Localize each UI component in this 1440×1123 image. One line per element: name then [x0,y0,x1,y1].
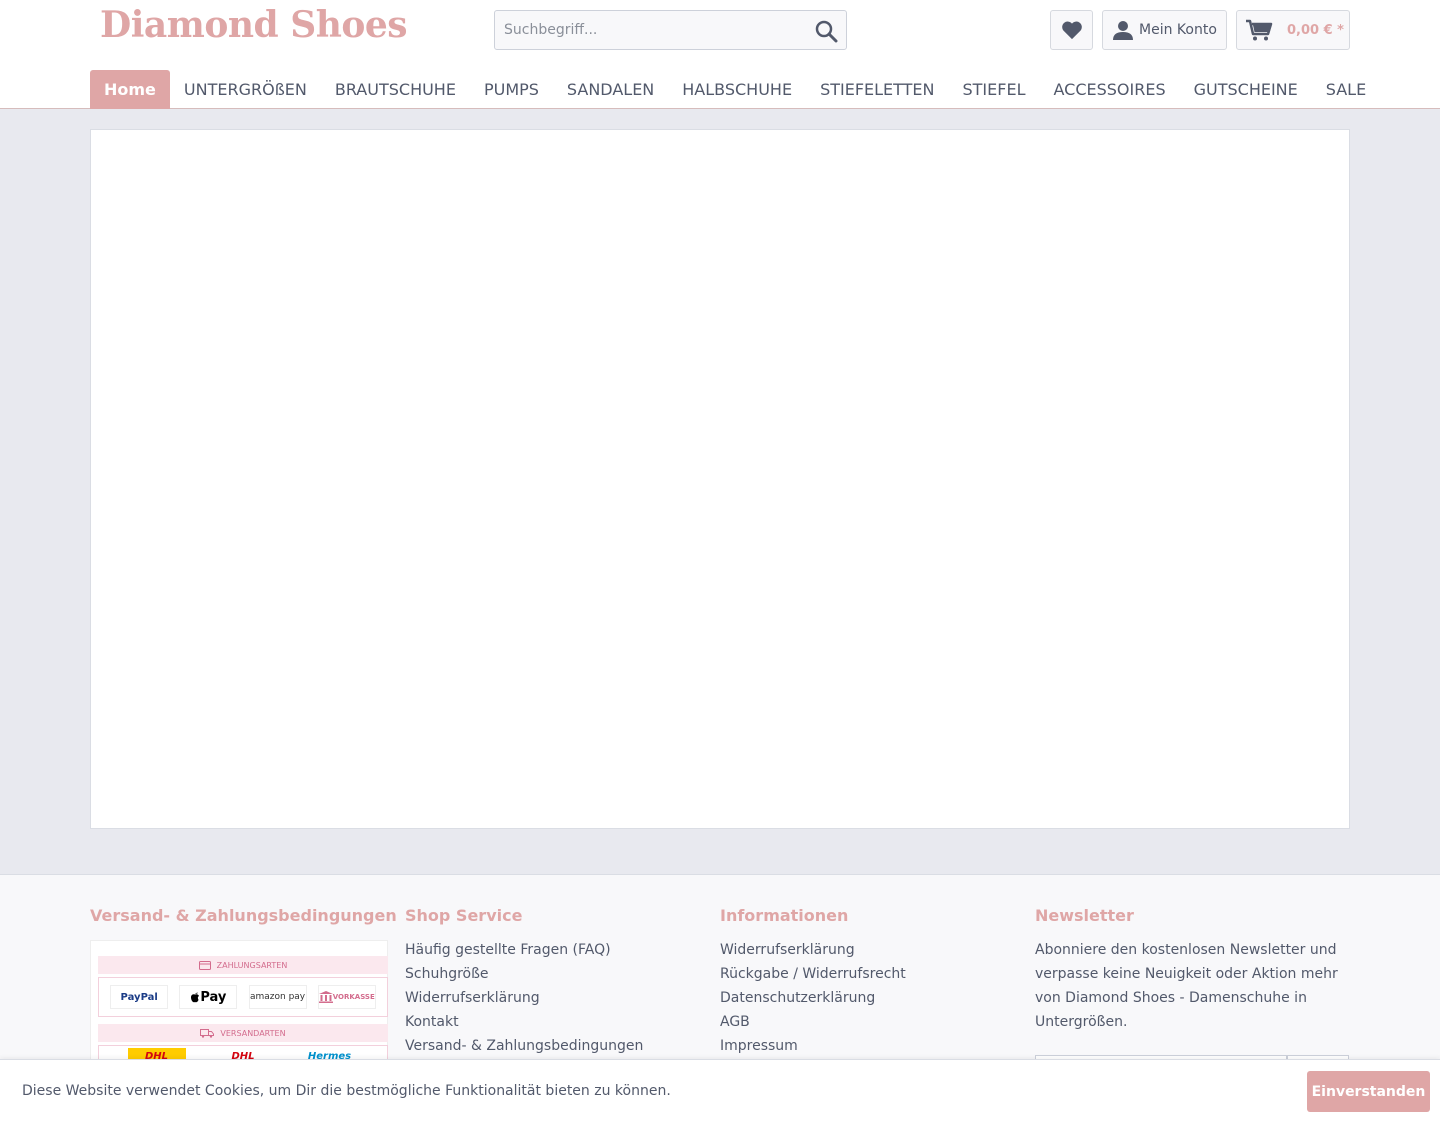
main-nav: Home UNTERGRÖßEN BRAUTSCHUHE PUMPS SANDA… [90,70,1380,109]
footer-link-impressum[interactable]: Impressum [720,1034,906,1058]
nav-item-accessoires[interactable]: ACCESSOIRES [1039,70,1179,109]
wishlist-button[interactable] [1050,10,1093,50]
bank-icon [318,991,333,1003]
nav-item-pumps[interactable]: PUMPS [470,70,553,109]
account-button[interactable]: Mein Konto [1102,10,1227,50]
footer-link-widerruf[interactable]: Widerrufserklärung [405,986,643,1010]
cart-button[interactable]: 0,00 € * [1236,10,1350,50]
search-button[interactable] [812,17,840,45]
cookie-accept-button[interactable]: Einverstanden [1307,1071,1430,1112]
payment-heading: ZAHLUNGSARTEN [216,960,288,970]
footer-col-informationen: Informationen Widerrufserklärung Rückgab… [720,906,906,1058]
amazon-pay-logo: amazon pay [248,985,307,1009]
logo[interactable]: Diamond Shoes [100,4,408,46]
cart-icon [1246,19,1273,41]
nav-item-halbschuhe[interactable]: HALBSCHUHE [668,70,806,109]
cart-total: 0,00 € * [1287,22,1344,38]
nav-item-sandalen[interactable]: SANDALEN [553,70,668,109]
nav-item-brautschuhe[interactable]: BRAUTSCHUHE [321,70,470,109]
apple-icon [191,992,200,1003]
footer-col-shipping: Versand- & Zahlungsbedingungen [90,906,397,938]
user-icon [1113,21,1133,40]
search-bar [494,10,847,50]
footer-link-schuhgroesse[interactable]: Schuhgröße [405,962,643,986]
apple-pay-logo: Pay [179,985,238,1009]
account-label: Mein Konto [1139,22,1217,38]
footer-col-title: Shop Service [405,906,523,925]
footer-col-title: Informationen [720,906,849,925]
search-input[interactable] [495,11,795,49]
truck-icon [200,1028,215,1038]
shipping-heading: VERSANDARTEN [220,1028,286,1038]
content-area [90,129,1350,829]
footer-col-newsletter: Newsletter Abonniere den kostenlosen New… [1035,906,1340,1034]
footer-link-widerrufserklaerung[interactable]: Widerrufserklärung [720,938,906,962]
paypal-logo: PayPal [110,985,169,1009]
nav-item-untergroessen[interactable]: UNTERGRÖßEN [170,70,321,109]
footer-col-title: Versand- & Zahlungsbedingungen [90,906,397,925]
apple-pay-label: Pay [200,989,227,1005]
nav-item-home[interactable]: Home [90,70,170,109]
payment-shipping-image: ZAHLUNGSARTEN PayPal Pay amazon pay VORK… [90,940,388,1067]
nav-item-stiefeletten[interactable]: STIEFELETTEN [806,70,948,109]
footer-link-rueckgabe[interactable]: Rückgabe / Widerrufsrecht [720,962,906,986]
footer-link-kontakt[interactable]: Kontakt [405,1010,643,1034]
credit-card-icon [198,960,211,970]
heart-icon [1061,21,1082,40]
header: Diamond Shoes Mein Konto 0,00 € * [0,0,1440,109]
nav-item-stiefel[interactable]: STIEFEL [949,70,1040,109]
footer-link-versand[interactable]: Versand- & Zahlungsbedingungen [405,1034,643,1058]
footer-link-agb[interactable]: AGB [720,1010,906,1034]
footer-link-datenschutz[interactable]: Datenschutzerklärung [720,986,906,1010]
footer-col-shop-service: Shop Service Häufig gestellte Fragen (FA… [405,906,643,1058]
footer-link-faq[interactable]: Häufig gestellte Fragen (FAQ) [405,938,643,962]
payment-methods-row: PayPal Pay amazon pay VORKASSE [98,977,388,1017]
footer-col-title: Newsletter [1035,906,1134,925]
shipping-heading-strip: VERSANDARTEN [98,1024,388,1042]
vorkasse-logo: VORKASSE [317,985,376,1009]
vorkasse-label: VORKASSE [332,993,375,1001]
nav-item-sale[interactable]: SALE [1312,70,1380,109]
payment-heading-strip: ZAHLUNGSARTEN [98,956,388,974]
cookie-text: Diese Website verwendet Cookies, um Dir … [22,1083,671,1099]
search-icon [815,20,838,43]
newsletter-text: Abonniere den kostenlosen Newsletter und… [1035,942,1338,1030]
cookie-banner: Diese Website verwendet Cookies, um Dir … [0,1059,1440,1123]
nav-item-gutscheine[interactable]: GUTSCHEINE [1180,70,1312,109]
